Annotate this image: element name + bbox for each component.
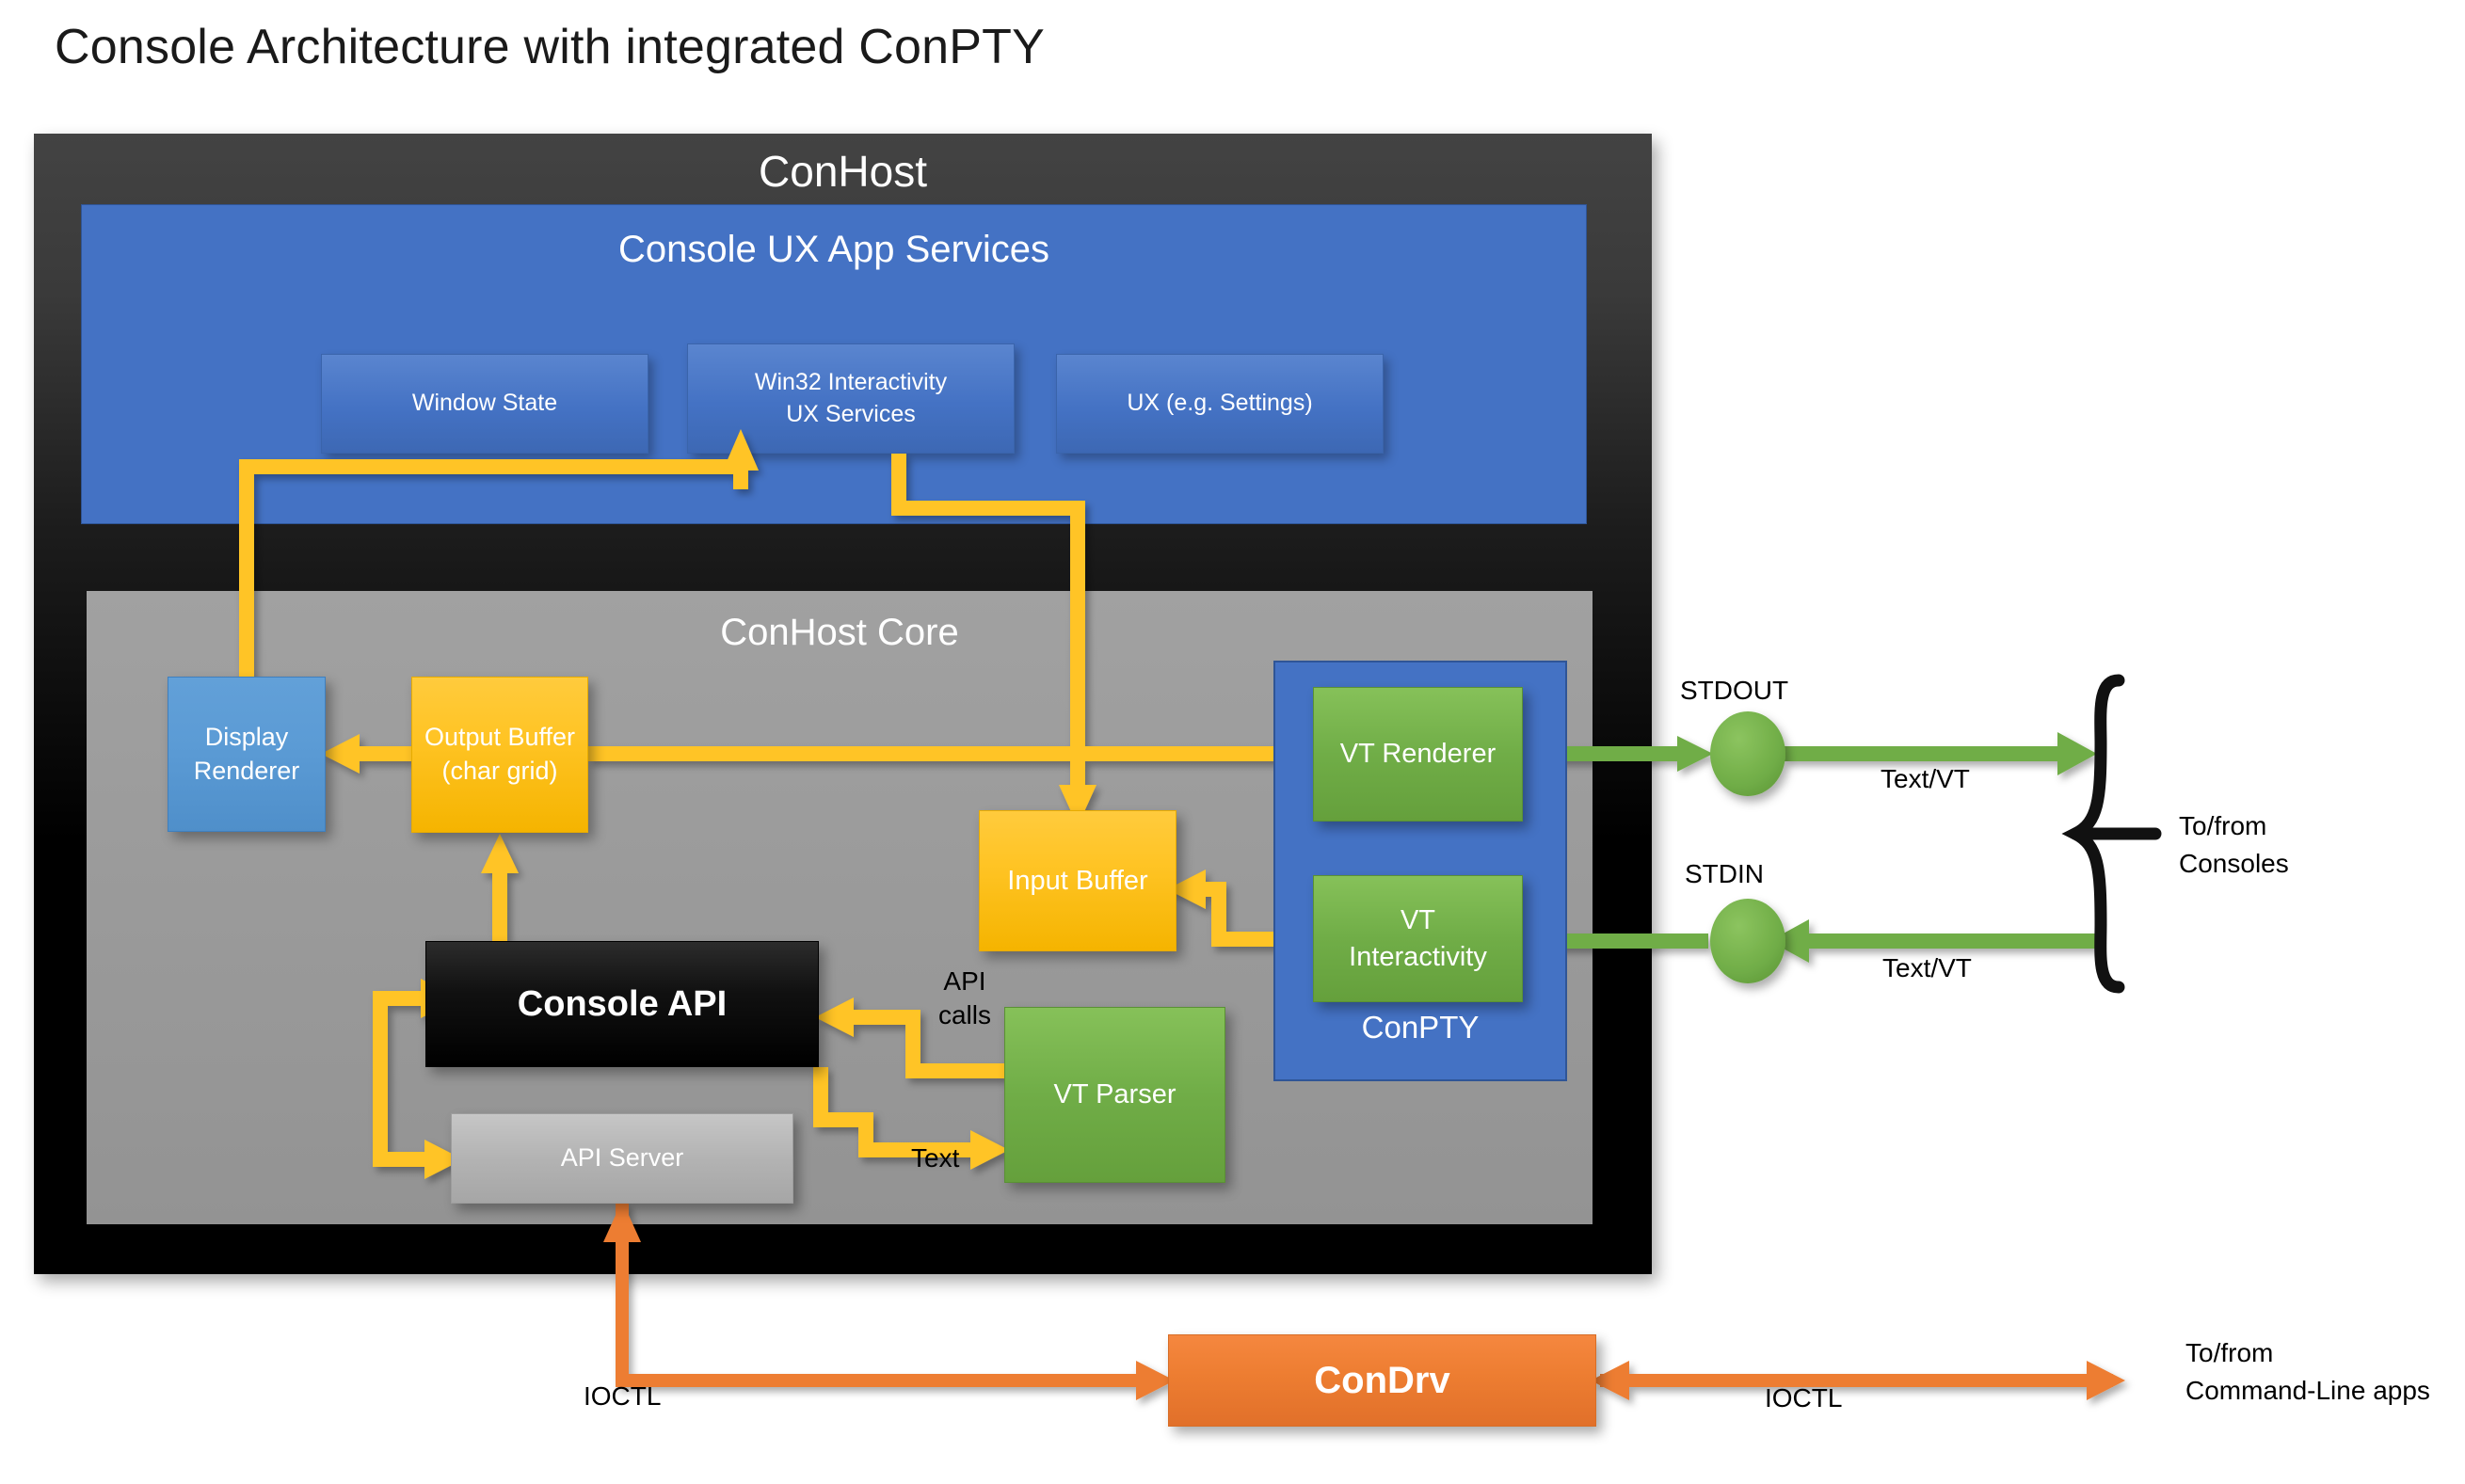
node-input-buffer-label: Input Buffer	[1007, 865, 1148, 896]
label-text: Text	[911, 1143, 960, 1173]
conhost-title: ConHost	[759, 147, 927, 196]
node-vt-interactivity[interactable]: VT Interactivity	[1313, 875, 1523, 1002]
node-api-server-label: API Server	[560, 1143, 684, 1173]
ux-box-win32-interactivity-label: Win32 Interactivity UX Services	[754, 368, 948, 427]
label-api-calls: API calls	[937, 966, 991, 1030]
node-condrv-label: ConDrv	[1314, 1359, 1450, 1401]
node-vt-renderer[interactable]: VT Renderer	[1313, 687, 1523, 822]
label-ioctl-right: IOCTL	[1765, 1383, 1843, 1412]
node-condrv[interactable]: ConDrv	[1168, 1334, 1596, 1427]
ux-box-window-state[interactable]: Window State	[321, 354, 648, 454]
node-vt-renderer-label: VT Renderer	[1339, 739, 1497, 770]
node-output-buffer[interactable]: Output Buffer (char grid)	[411, 677, 588, 833]
label-in-text-vt: Text/VT	[1882, 953, 1972, 982]
ux-box-win32-interactivity[interactable]: Win32 Interactivity UX Services	[687, 343, 1015, 454]
conpty-title: ConPTY	[1361, 1010, 1480, 1045]
node-output-buffer-label: Output Buffer (char grid)	[424, 723, 576, 785]
consoles-brace	[2061, 674, 2162, 994]
node-vt-interactivity-label: VT Interactivity	[1349, 905, 1487, 972]
node-display-renderer-label: Display Renderer	[193, 722, 300, 785]
node-display-renderer[interactable]: Display Renderer	[168, 677, 326, 832]
label-out-text-vt: Text/VT	[1881, 764, 1970, 793]
node-vt-parser[interactable]: VT Parser	[1004, 1007, 1225, 1183]
ux-box-window-state-label: Window State	[411, 390, 558, 417]
label-to-from-command-line-apps: To/from Command-Line apps	[2185, 1338, 2430, 1405]
label-to-from-consoles: To/from Consoles	[2179, 811, 2289, 878]
node-console-api-label: Console API	[517, 983, 728, 1024]
ux-box-ux-settings-label: UX (e.g. Settings)	[1127, 390, 1313, 417]
stream-node-in-label: IN	[1736, 923, 1762, 951]
label-ioctl-left: IOCTL	[584, 1381, 662, 1411]
stream-node-out-label: OUT	[1721, 736, 1776, 764]
label-stdin: STDIN	[1685, 859, 1764, 888]
node-vt-parser-label: VT Parser	[1053, 1079, 1176, 1110]
diagram-canvas: Console Architecture with integrated Con…	[0, 0, 2465, 1484]
page-title: Console Architecture with integrated Con…	[55, 20, 1046, 74]
node-input-buffer[interactable]: Input Buffer	[979, 810, 1176, 951]
console-ux-app-services-title: Console UX App Services	[617, 229, 1049, 270]
label-stdout: STDOUT	[1680, 676, 1789, 705]
node-console-api[interactable]: Console API	[425, 941, 819, 1067]
node-api-server[interactable]: API Server	[451, 1113, 793, 1204]
ux-box-ux-settings[interactable]: UX (e.g. Settings)	[1056, 354, 1384, 454]
conhost-core-title: ConHost Core	[720, 612, 959, 653]
